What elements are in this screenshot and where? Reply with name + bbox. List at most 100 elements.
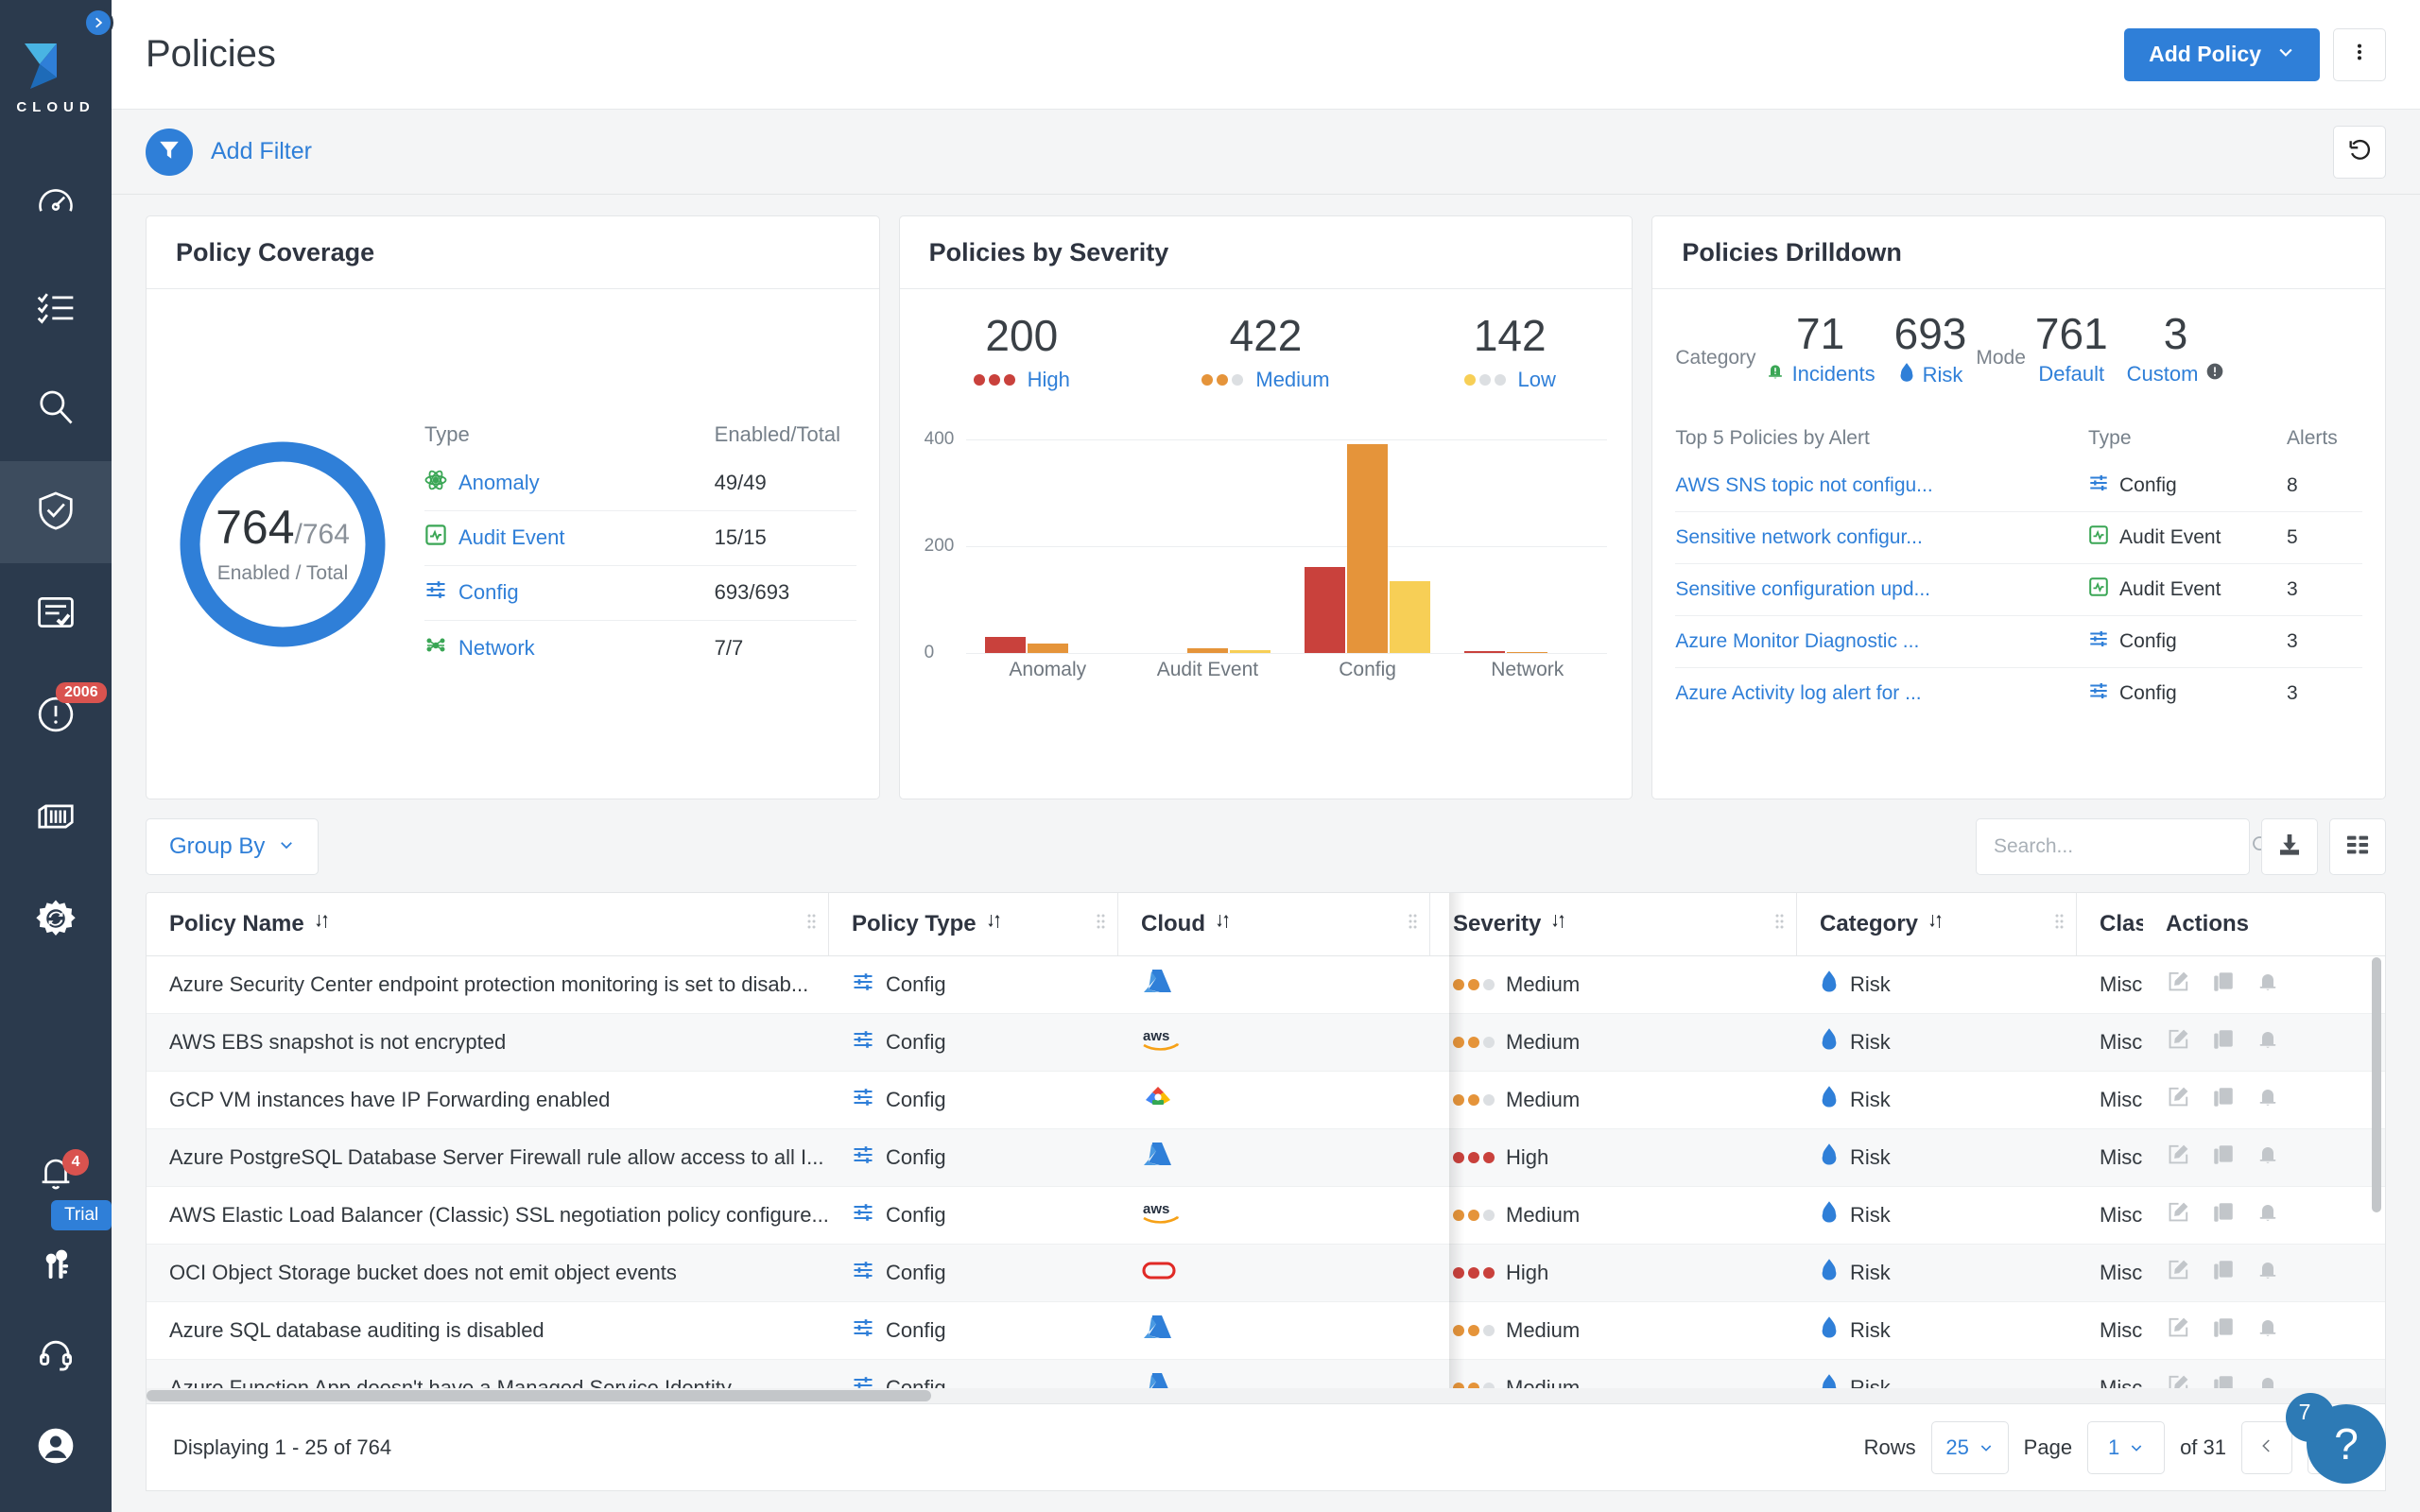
th-policy-type[interactable]: Policy Type: [829, 893, 1118, 956]
drilldown-policy-link[interactable]: Azure Monitor Diagnostic ...: [1675, 630, 2088, 653]
th-category[interactable]: Category: [1797, 893, 2077, 956]
table-vertical-scrollbar[interactable]: [2372, 957, 2381, 1212]
bell-icon[interactable]: [2256, 1258, 2279, 1288]
edit-icon[interactable]: [2166, 1200, 2190, 1230]
sort-icon[interactable]: [1215, 911, 1232, 937]
sidebar-item-profile[interactable]: [0, 1402, 112, 1493]
copy-icon[interactable]: [2211, 1085, 2236, 1115]
reset-filters-button[interactable]: [2333, 125, 2386, 179]
help-button[interactable]: 7 ?: [2286, 1393, 2386, 1484]
search-box[interactable]: [1976, 818, 2271, 875]
copy-icon[interactable]: [2211, 1143, 2236, 1173]
drilldown-policy-link[interactable]: Sensitive configuration upd...: [1675, 578, 2088, 601]
copy-icon[interactable]: [2211, 1200, 2236, 1230]
bell-icon[interactable]: [2256, 1085, 2279, 1115]
chart-bar[interactable]: [1347, 443, 1389, 653]
sidebar-item-support[interactable]: [0, 1312, 112, 1402]
table-row[interactable]: AWS EBS snapshot is not encrypted Config a…: [147, 1013, 2385, 1072]
chart-bar[interactable]: [1390, 580, 1431, 653]
cell-policy-name[interactable]: GCP VM instances have IP Forwarding enab…: [147, 1071, 829, 1129]
edit-icon[interactable]: [2166, 1258, 2190, 1288]
bell-icon[interactable]: [2256, 1200, 2279, 1230]
chart-bar[interactable]: [1464, 650, 1506, 653]
bell-icon[interactable]: [2256, 970, 2279, 1000]
sidebar-item-settings[interactable]: [0, 869, 112, 971]
cell-policy-name[interactable]: Azure SQL database auditing is disabled: [147, 1301, 829, 1360]
column-settings-button[interactable]: [2329, 818, 2386, 875]
sort-icon[interactable]: [1927, 911, 1945, 937]
edit-icon[interactable]: [2166, 1143, 2190, 1173]
add-filter-label[interactable]: Add Filter: [211, 138, 312, 165]
info-icon[interactable]: [2205, 362, 2224, 387]
drilldown-policy-link[interactable]: Azure Activity log alert for ...: [1675, 682, 2088, 705]
cell-policy-name[interactable]: AWS Elastic Load Balancer (Classic) SSL …: [147, 1186, 829, 1245]
table-row[interactable]: Azure SQL database auditing is disabled C…: [147, 1301, 2385, 1360]
copy-icon[interactable]: [2211, 1027, 2236, 1057]
column-resize-grip[interactable]: [2055, 911, 2064, 937]
table-row[interactable]: GCP VM instances have IP Forwarding enab…: [147, 1071, 2385, 1129]
drilldown-policy-link[interactable]: AWS SNS topic not configu...: [1675, 474, 2088, 497]
bell-icon[interactable]: [2256, 1027, 2279, 1057]
drilldown-stat-default[interactable]: 761 Default: [2026, 310, 2118, 387]
drilldown-policy-link[interactable]: Sensitive network configur...: [1675, 526, 2088, 549]
page-select[interactable]: 1: [2087, 1420, 2166, 1474]
cell-policy-name[interactable]: OCI Object Storage bucket does not emit …: [147, 1244, 829, 1302]
chart-bar[interactable]: [1027, 644, 1068, 653]
table-row[interactable]: AWS Elastic Load Balancer (Classic) SSL …: [147, 1186, 2385, 1245]
sort-icon[interactable]: [1550, 911, 1567, 937]
group-by-button[interactable]: Group By: [146, 818, 320, 875]
prev-page-button[interactable]: [2241, 1420, 2292, 1474]
severity-summary-high[interactable]: 200 High: [900, 312, 1144, 392]
coverage-row-audit-event[interactable]: Audit Event 15/15: [424, 511, 856, 566]
table-row[interactable]: OCI Object Storage bucket does not emit …: [147, 1244, 2385, 1302]
coverage-row-network[interactable]: Network 7/7: [424, 621, 856, 676]
edit-icon[interactable]: [2166, 1085, 2190, 1115]
chart-bar[interactable]: [1229, 649, 1270, 653]
edit-icon[interactable]: [2166, 970, 2190, 1000]
chart-bar[interactable]: [1305, 566, 1346, 653]
drilldown-stat-risk[interactable]: 693 Risk: [1885, 310, 1977, 388]
cell-policy-name[interactable]: Azure Security Center endpoint protectio…: [147, 955, 829, 1014]
column-resize-grip[interactable]: [807, 911, 816, 937]
copy-icon[interactable]: [2211, 970, 2236, 1000]
rows-per-page-select[interactable]: 25: [1930, 1420, 2009, 1474]
table-hscroll-thumb[interactable]: [147, 1390, 931, 1401]
column-resize-grip[interactable]: [1775, 911, 1784, 937]
cell-policy-name[interactable]: Azure PostgreSQL Database Server Firewal…: [147, 1128, 829, 1187]
more-options-button[interactable]: [2333, 27, 2386, 81]
drilldown-row[interactable]: Azure Activity log alert for ... Config: [1675, 668, 2362, 720]
coverage-row-config[interactable]: Config 693/693: [424, 566, 856, 621]
th-policy-name[interactable]: Policy Name: [147, 893, 829, 956]
th-cloud[interactable]: Cloud: [1118, 893, 1430, 956]
chart-bar[interactable]: [984, 637, 1026, 653]
sidebar-item-compliance[interactable]: [0, 563, 112, 665]
coverage-row-anomaly[interactable]: Anomaly 49/49: [424, 456, 856, 511]
drilldown-row[interactable]: Sensitive configuration upd... Audit Eve…: [1675, 564, 2363, 616]
add-policy-button[interactable]: Add Policy: [2124, 27, 2320, 81]
table-horizontal-scrollbar[interactable]: [147, 1388, 2385, 1403]
bell-icon[interactable]: [2256, 1143, 2279, 1173]
copy-icon[interactable]: [2211, 1315, 2236, 1346]
severity-summary-medium[interactable]: 422 Medium: [1144, 312, 1388, 392]
cell-policy-name[interactable]: AWS EBS snapshot is not encrypted: [147, 1013, 829, 1072]
download-button[interactable]: [2261, 818, 2318, 875]
sidebar-item-investigate[interactable]: [0, 257, 112, 359]
brand-logo[interactable]: CLOUD: [16, 40, 95, 115]
edit-icon[interactable]: [2166, 1315, 2190, 1346]
drilldown-row[interactable]: Sensitive network configur... Audit Even…: [1675, 512, 2363, 564]
drilldown-stat-incidents[interactable]: 71 Incidents: [1756, 310, 1885, 387]
th-severity[interactable]: Severity: [1430, 893, 1797, 956]
drilldown-row[interactable]: AWS SNS topic not configu... Config 8: [1675, 460, 2363, 512]
copy-icon[interactable]: [2211, 1258, 2236, 1288]
sidebar-item-search[interactable]: [0, 359, 112, 461]
search-input[interactable]: [1994, 835, 2250, 858]
table-row[interactable]: Azure Security Center endpoint protectio…: [147, 955, 2385, 1014]
sidebar-item-licensing[interactable]: Trial: [0, 1200, 112, 1312]
severity-summary-low[interactable]: 142 Low: [1388, 312, 1632, 392]
drilldown-stat-custom[interactable]: 3 Custom: [2118, 310, 2235, 387]
sort-icon[interactable]: [986, 911, 1003, 937]
sidebar-item-policies[interactable]: [0, 461, 112, 563]
drilldown-row[interactable]: Azure Monitor Diagnostic ... Config 3: [1675, 616, 2363, 668]
sidebar-item-alerts[interactable]: 2006: [0, 665, 112, 767]
column-resize-grip[interactable]: [1097, 911, 1105, 937]
